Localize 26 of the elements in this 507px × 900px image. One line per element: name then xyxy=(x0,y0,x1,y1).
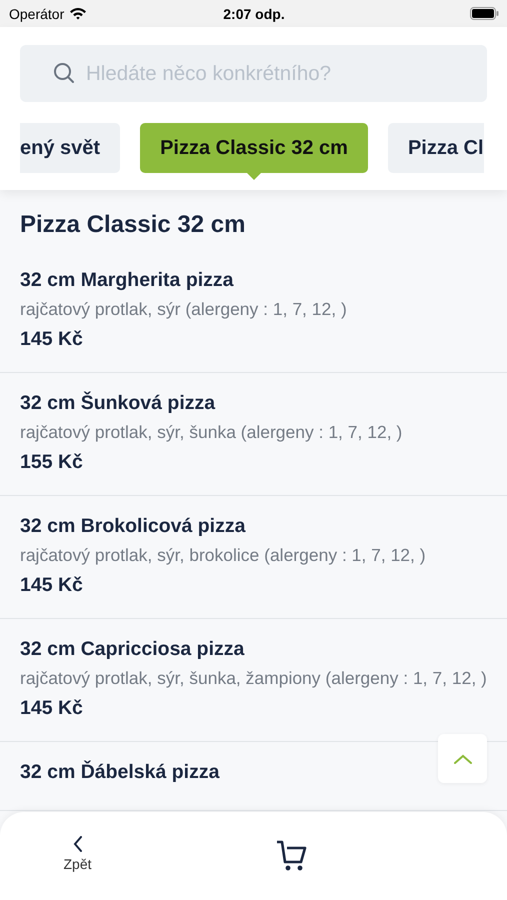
item-name[interactable]: 32 cm Margherita pizza xyxy=(20,268,234,292)
item-name[interactable]: 32 cm Šunková pizza xyxy=(20,391,216,415)
item-name[interactable]: 32 cm Brokolicová pizza xyxy=(20,514,246,538)
search-icon xyxy=(53,62,75,84)
item-price: 155 Kč xyxy=(20,450,84,474)
cart-icon[interactable] xyxy=(275,840,309,872)
clock-time: 2:07 odp. xyxy=(222,6,286,22)
battery-icon xyxy=(470,7,499,20)
category-tab[interactable]: Pizza Cl xyxy=(388,123,484,173)
item-description: rajčatový protlak, sýr, šunka, žampiony (alergeny : 1, 7, 12, ) xyxy=(20,667,487,690)
item-description: rajčatový protlak, sýr, šunka (alergeny : 1, 7, 12, ) xyxy=(20,421,404,444)
back-button[interactable]: Zpět xyxy=(0,836,155,872)
back-icon xyxy=(72,836,82,852)
item-price: 145 Kč xyxy=(20,573,84,597)
item-description: rajčatový protlak, sýr, brokolice (alergeny : 1, 7, 12, ) xyxy=(20,544,427,567)
item-price: 145 Kč xyxy=(20,327,84,351)
category-tab[interactable]: ený svět xyxy=(20,123,120,173)
chevron-up-icon xyxy=(454,754,472,764)
carrier-name: Operátor xyxy=(9,6,64,22)
section-title: Pizza Classic 32 cm xyxy=(19,210,246,240)
wifi-icon xyxy=(69,7,88,20)
item-price: 145 Kč xyxy=(20,696,84,720)
item-name[interactable]: 32 cm Ďábelská pizza xyxy=(20,760,220,784)
item-name[interactable]: 32 cm Capricciosa pizza xyxy=(20,637,244,661)
selection-pointer xyxy=(247,173,261,180)
item-description: rajčatový protlak, sýr (alergeny : 1, 7, 12, ) xyxy=(20,298,348,321)
